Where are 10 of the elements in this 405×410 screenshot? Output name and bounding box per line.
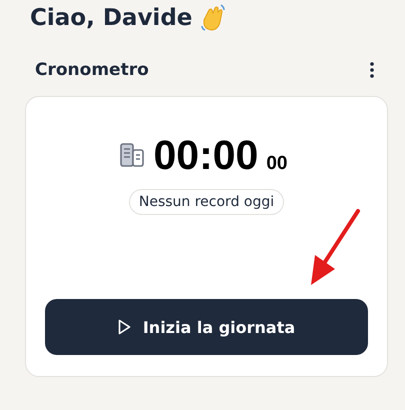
elapsed-time: 00:00 bbox=[153, 133, 258, 177]
elapsed-seconds: 00 bbox=[266, 153, 288, 175]
building-icon bbox=[119, 142, 146, 168]
greeting-title: Ciao, Davide bbox=[30, 4, 192, 33]
play-icon bbox=[118, 319, 131, 335]
more-options-icon[interactable] bbox=[369, 61, 375, 79]
start-day-button[interactable]: Inizia la giornata bbox=[45, 299, 368, 355]
status-badge: Nessun record oggi bbox=[128, 189, 284, 215]
waving-hand-icon bbox=[200, 4, 226, 32]
section-title: Cronometro bbox=[35, 60, 149, 80]
